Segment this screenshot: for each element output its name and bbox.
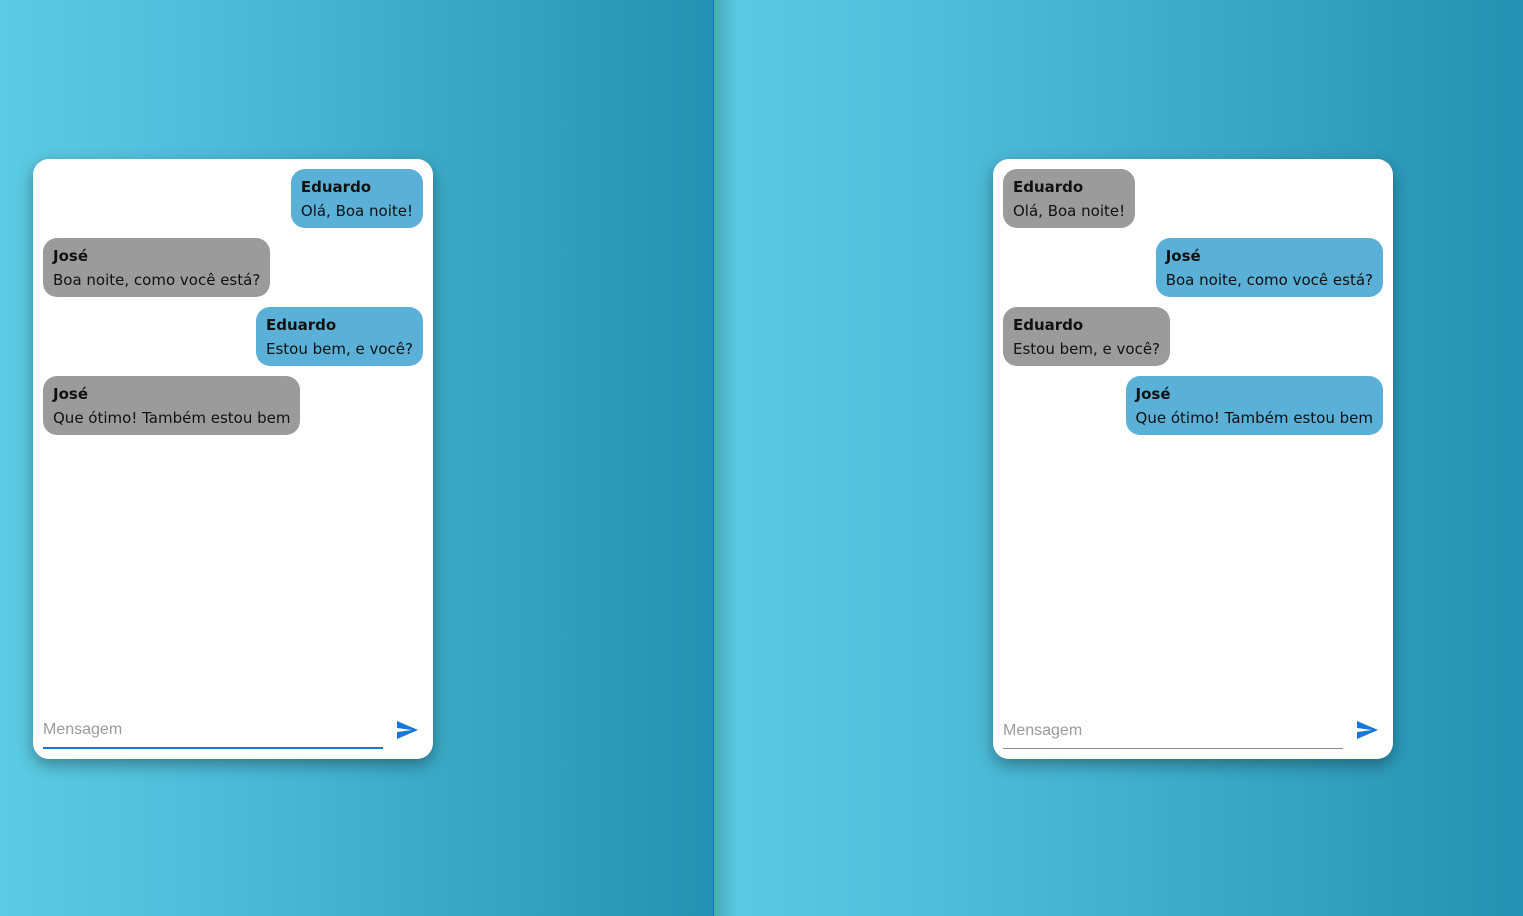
message-bubble: Eduardo Estou bem, e você? xyxy=(255,307,423,366)
message-author: Eduardo xyxy=(1013,316,1084,334)
message-text: Que ótimo! Também estou bem xyxy=(1135,409,1373,427)
message-text: Boa noite, como você está? xyxy=(1165,271,1373,289)
chat-window: Eduardo Olá, Boa noite! José Boa noite, … xyxy=(33,159,433,759)
message-bubble: Eduardo Estou bem, e você? xyxy=(1003,307,1171,366)
message-composer xyxy=(43,709,423,749)
message-text: Olá, Boa noite! xyxy=(300,202,413,220)
message-text: Que ótimo! Também estou bem xyxy=(53,409,291,427)
message-text: Olá, Boa noite! xyxy=(1013,202,1126,220)
message-author: José xyxy=(1135,385,1171,403)
message-author: Eduardo xyxy=(265,316,337,334)
message-text: Estou bem, e você? xyxy=(1013,340,1161,358)
message-bubble: José Boa noite, como você está? xyxy=(43,238,271,297)
send-icon xyxy=(397,721,418,739)
message-bubble: José Que ótimo! Também estou bem xyxy=(1125,376,1383,435)
message-input[interactable] xyxy=(43,713,383,749)
send-button[interactable] xyxy=(395,717,421,743)
message-author: Eduardo xyxy=(300,178,372,196)
message-bubble: Eduardo Olá, Boa noite! xyxy=(1003,169,1136,228)
message-input[interactable] xyxy=(1003,713,1343,749)
message-composer xyxy=(1003,709,1383,749)
message-author: José xyxy=(53,247,88,265)
message-list: Eduardo Olá, Boa noite! José Boa noite, … xyxy=(43,169,423,435)
message-bubble: José Boa noite, como você está? xyxy=(1155,238,1383,297)
chat-window: Eduardo Olá, Boa noite! José Boa noite, … xyxy=(993,159,1393,759)
message-list: Eduardo Olá, Boa noite! José Boa noite, … xyxy=(1003,169,1383,435)
message-text: Estou bem, e você? xyxy=(265,340,413,358)
send-button[interactable] xyxy=(1355,717,1381,743)
message-text: Boa noite, como você está? xyxy=(53,271,261,289)
message-author: Eduardo xyxy=(1013,178,1084,196)
message-bubble: Eduardo Olá, Boa noite! xyxy=(290,169,423,228)
left-chat-pane: Eduardo Olá, Boa noite! José Boa noite, … xyxy=(0,0,713,916)
message-author: José xyxy=(53,385,88,403)
right-chat-pane: Eduardo Olá, Boa noite! José Boa noite, … xyxy=(714,0,1523,916)
message-bubble: José Que ótimo! Também estou bem xyxy=(43,376,301,435)
message-author: José xyxy=(1165,247,1201,265)
send-icon xyxy=(1357,721,1378,739)
